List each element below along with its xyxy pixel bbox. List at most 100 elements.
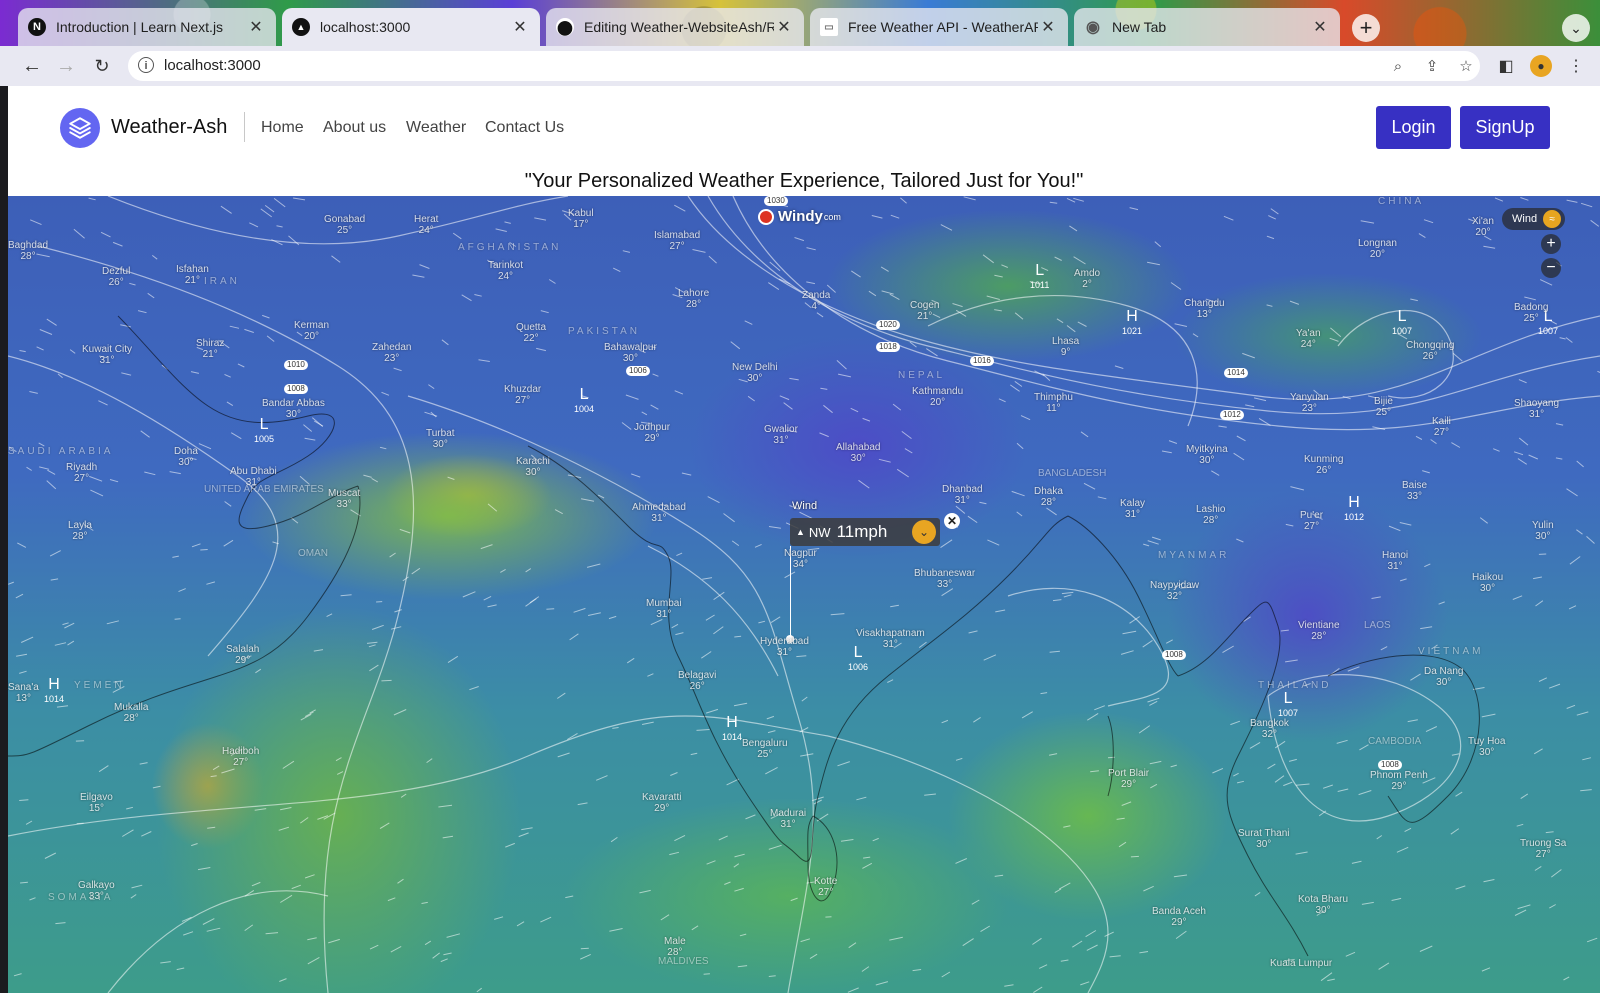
wind-streak [441, 339, 449, 346]
wind-streak [1345, 951, 1356, 957]
logo-layers-icon[interactable] [60, 108, 100, 148]
browser-tab-learn-nextjs[interactable]: N Introduction | Learn Next.js ✕ [18, 8, 276, 46]
wind-streak [581, 498, 595, 502]
wind-streak [998, 398, 1006, 403]
windy-weather-map[interactable]: Windy com Wind ≈ + − Wind ▲ NW 11mph ⌄ ✕… [8, 196, 1600, 993]
zoom-out-button[interactable]: − [1541, 258, 1561, 278]
login-button[interactable]: Login [1376, 106, 1451, 149]
wind-streak [1360, 220, 1375, 224]
wind-streak [1175, 930, 1187, 940]
wind-layer-selector[interactable]: Wind ≈ [1502, 208, 1566, 230]
browser-tab-localhost[interactable]: ▲ localhost:3000 ✕ [282, 8, 540, 46]
city-label: Port Blair 29° [1108, 768, 1150, 790]
wind-streak [137, 310, 147, 314]
chevron-down-icon[interactable]: ⌄ [912, 520, 936, 544]
wind-streak [73, 228, 85, 239]
wind-streak [1568, 605, 1577, 610]
wind-streak [840, 839, 854, 842]
isobar-label: 1008 [284, 384, 308, 394]
wind-popup[interactable]: ▲ NW 11mph ⌄ [790, 518, 940, 546]
map-overlay-lines [8, 196, 1600, 993]
wind-streak [1415, 435, 1423, 440]
close-tab-icon[interactable]: ✕ [1038, 17, 1058, 37]
browser-tab-weatherapi[interactable]: ▭ Free Weather API - WeatherAPI ✕ [810, 8, 1068, 46]
city-label: Baghdad 28° [8, 240, 49, 262]
wind-streak [151, 255, 158, 260]
city-label: Hanoi 31° [1382, 550, 1409, 572]
city-label: Kotte 27° [814, 876, 838, 898]
nav-link-weather[interactable]: Weather [406, 119, 466, 137]
back-arrow-icon[interactable]: ← [18, 52, 46, 80]
wind-streak [1582, 757, 1592, 761]
wind-streak [131, 884, 143, 889]
city-label: Madurai 31° [770, 808, 807, 830]
share-icon[interactable]: ⇪ [1422, 56, 1442, 76]
city-label: Lahore 28° [678, 288, 710, 310]
wind-streak [609, 928, 623, 932]
wind-streak [1555, 457, 1563, 460]
wind-streak [730, 341, 741, 350]
wind-streak [1549, 904, 1556, 909]
wind-streak [100, 231, 111, 238]
side-panel-icon[interactable]: ◧ [1496, 56, 1516, 76]
wind-streak [1361, 901, 1374, 905]
wind-streak [875, 981, 889, 986]
close-tab-icon[interactable]: ✕ [510, 17, 530, 37]
forward-arrow-icon[interactable]: → [52, 52, 80, 80]
wind-streak [1534, 865, 1542, 871]
city-label: Naypyidaw 32° [1150, 580, 1199, 602]
wind-streak [1139, 951, 1149, 954]
wind-streak [516, 921, 525, 927]
wind-streak [288, 235, 300, 246]
menu-kebab-icon[interactable]: ⋮ [1566, 56, 1586, 76]
wind-streak [363, 474, 372, 478]
close-tab-icon[interactable]: ✕ [1310, 17, 1330, 37]
city-label: Baise 33° [1402, 480, 1428, 502]
signup-button[interactable]: SignUp [1460, 106, 1550, 149]
nav-link-about-us[interactable]: About us [323, 119, 386, 137]
wind-streak [39, 466, 50, 470]
wind-streak [1120, 650, 1134, 655]
close-tab-icon[interactable]: ✕ [246, 17, 266, 37]
site-info-icon[interactable]: i [138, 57, 154, 73]
nav-link-contact-us[interactable]: Contact Us [485, 119, 564, 137]
wind-streak [813, 799, 822, 805]
browser-tab-github[interactable]: ⬤ Editing Weather-WebsiteAsh/R ✕ [546, 8, 804, 46]
reload-icon[interactable]: ↻ [88, 52, 116, 80]
address-bar[interactable]: i localhost:3000 ⌕ ⇪ ☆ [128, 51, 1480, 81]
wind-streak [487, 604, 497, 608]
profile-avatar-icon[interactable]: ● [1530, 55, 1552, 77]
nav-link-home[interactable]: Home [261, 119, 304, 137]
wind-streak [806, 247, 816, 251]
wind-direction-arrow-icon: ▲ [796, 527, 805, 537]
zoom-in-button[interactable]: + [1541, 234, 1561, 254]
zoom-magnifier-icon[interactable]: ⌕ [1388, 56, 1408, 76]
wind-streak [747, 395, 755, 402]
wind-streak [1049, 201, 1058, 204]
wind-streak [647, 673, 654, 677]
wind-streak [29, 897, 36, 901]
wind-streak [1254, 891, 1261, 897]
browser-tab-new-tab[interactable]: ◉ New Tab ✕ [1074, 8, 1340, 46]
close-tab-icon[interactable]: ✕ [774, 17, 794, 37]
bookmark-star-icon[interactable]: ☆ [1456, 56, 1476, 76]
wind-streak [69, 349, 76, 354]
new-tab-plus-icon[interactable]: + [1352, 14, 1380, 42]
wind-streak [494, 916, 504, 920]
wind-streak [691, 925, 699, 931]
wind-streak [847, 987, 859, 993]
wind-streak [200, 549, 208, 551]
wind-streak [1586, 937, 1598, 943]
wind-streak [577, 802, 588, 806]
wind-streak [1236, 435, 1246, 442]
brand-name[interactable]: Weather-Ash [111, 116, 227, 139]
tab-search-chevron-icon[interactable]: ⌄ [1562, 14, 1590, 42]
wind-streak [1161, 450, 1172, 454]
site-navbar: Weather-Ash Home About us Weather Contac… [8, 86, 1600, 196]
wind-streak [1121, 801, 1132, 806]
close-popup-icon[interactable]: ✕ [944, 513, 960, 529]
wind-streak [1138, 725, 1151, 734]
wind-streak [723, 513, 735, 523]
wind-streak [1086, 944, 1098, 951]
windy-logo[interactable]: Windy com [758, 208, 841, 225]
